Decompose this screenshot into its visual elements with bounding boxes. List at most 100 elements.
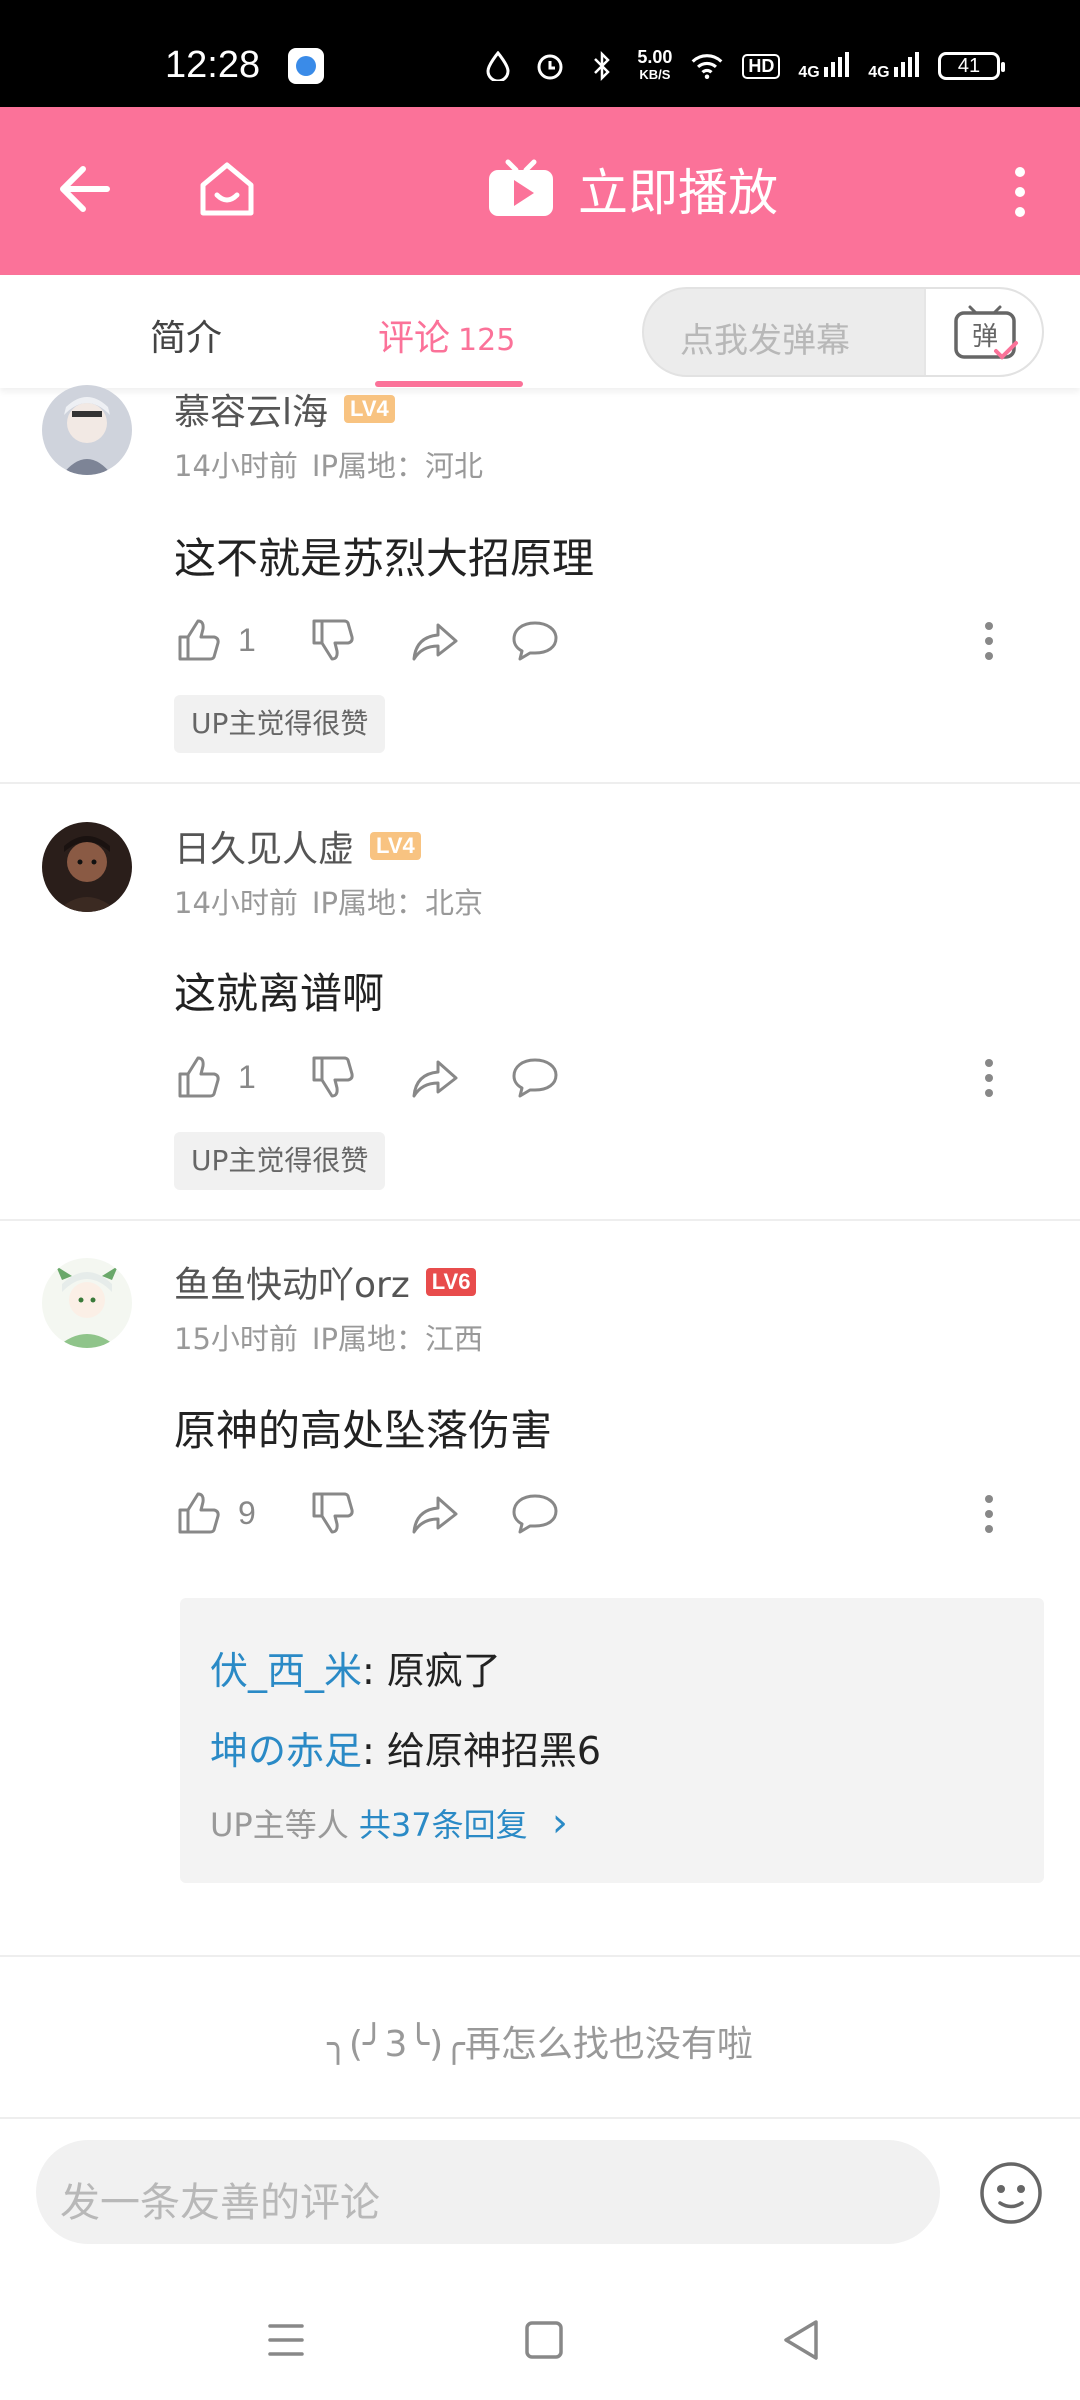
status-icons: 5.00 KB/S HD 4G 4G 41 xyxy=(481,48,1005,84)
comment-count: 125 xyxy=(458,323,516,358)
reply-item[interactable]: 伏_西_米: 原疯了 xyxy=(210,1640,501,1695)
reply-author[interactable]: 伏_西_米 xyxy=(210,1649,362,1693)
dislike-button[interactable] xyxy=(308,1047,358,1107)
reply-button[interactable] xyxy=(510,610,560,670)
share-button[interactable] xyxy=(410,1047,460,1107)
like-count: 9 xyxy=(238,1494,256,1531)
comment-username[interactable]: 日久见人虚 LV4 xyxy=(174,820,421,872)
thumbs-up-icon xyxy=(178,1056,220,1098)
username-text: 慕容云l海 xyxy=(174,392,329,433)
tab-comments[interactable]: 评论 125 xyxy=(378,309,515,361)
share-button[interactable] xyxy=(410,1483,460,1543)
like-button[interactable]: 1 xyxy=(174,1047,256,1107)
avatar[interactable] xyxy=(42,822,132,912)
speed-unit: KB/S xyxy=(639,67,671,82)
comment-meta: 15小时前 IP属地：江西 xyxy=(174,1316,483,1358)
signal-bars-icon xyxy=(824,51,850,77)
play-now-label: 立即播放 xyxy=(578,164,778,222)
reply-prefix: UP主等人 xyxy=(210,1806,359,1844)
comment-time: 14小时前 xyxy=(174,886,298,920)
username-text: 日久见人虚 xyxy=(174,829,355,870)
comment-actions: 1 xyxy=(174,1047,994,1107)
danmaku-button[interactable]: 弹 xyxy=(924,289,1042,375)
dislike-button[interactable] xyxy=(308,1483,358,1543)
signal-1: 4G xyxy=(798,51,850,82)
wifi-icon xyxy=(690,49,724,83)
reply-author[interactable]: 坤の赤足 xyxy=(210,1729,362,1773)
reply-item[interactable]: 坤の赤足: 给原神招黑6 xyxy=(210,1720,601,1775)
comment-ip: IP属地：江西 xyxy=(311,1322,483,1356)
level-badge: LV4 xyxy=(370,832,421,860)
tab-intro[interactable]: 简介 xyxy=(150,309,222,361)
thumbs-down-icon xyxy=(312,1056,354,1098)
speed-value: 5.00 xyxy=(637,47,673,67)
comment-more-icon[interactable] xyxy=(974,616,1004,666)
status-time: 12:28 xyxy=(165,44,261,86)
hd-badge: HD xyxy=(742,53,781,79)
comment-more-icon[interactable] xyxy=(974,1489,1004,1539)
emoji-icon[interactable] xyxy=(978,2160,1044,2226)
comment-username[interactable]: 慕容云l海 LV4 xyxy=(174,383,395,435)
comment-input[interactable]: 发一条友善的评论 xyxy=(36,2140,940,2244)
divider xyxy=(0,2117,1080,2119)
reply-count-link[interactable]: 共37条回复 xyxy=(359,1806,528,1844)
battery-icon: 41 xyxy=(938,52,1005,80)
home-square-icon[interactable] xyxy=(514,2310,574,2370)
drop-icon xyxy=(481,49,515,83)
thumbs-up-icon xyxy=(178,1492,220,1534)
comment-username[interactable]: 鱼鱼快动吖orz LV6 xyxy=(174,1256,477,1308)
reply-separator: : xyxy=(362,1649,387,1693)
thumbs-down-icon xyxy=(312,619,354,661)
play-now-button[interactable]: 立即播放 xyxy=(486,153,778,225)
level-badge: LV4 xyxy=(344,395,395,423)
danmaku-tv-icon: 弹 xyxy=(954,305,1018,360)
reply-text: 原疯了 xyxy=(386,1649,501,1693)
divider xyxy=(0,1955,1080,1957)
like-button[interactable]: 1 xyxy=(174,610,256,670)
signal-bars-icon xyxy=(894,51,919,77)
danmaku-input[interactable]: 点我发弹幕 弹 xyxy=(642,287,1044,377)
reply-preview-box[interactable]: 伏_西_米: 原疯了 坤の赤足: 给原神招黑6 UP主等人 共37条回复 › xyxy=(180,1598,1044,1883)
comment-time: 14小时前 xyxy=(174,449,298,483)
divider xyxy=(0,1219,1080,1221)
username-text: 鱼鱼快动吖orz xyxy=(174,1265,410,1306)
end-of-list-text: ╮(╯3╰)╭再怎么找也没有啦 xyxy=(327,2024,753,2065)
chevron-right-icon: › xyxy=(551,1800,568,1846)
chat-bubble-icon xyxy=(512,1058,558,1098)
share-icon xyxy=(412,1060,458,1098)
tab-comments-label: 评论 xyxy=(378,318,451,359)
reply-button[interactable] xyxy=(510,1483,560,1543)
more-vertical-icon[interactable] xyxy=(1000,162,1040,222)
up-liked-badge: UP主觉得很赞 xyxy=(174,1132,386,1190)
status-bar: 12:28 5.00 KB/S HD 4G 4G 41 xyxy=(0,0,1080,107)
tv-play-icon xyxy=(489,159,553,216)
comment-more-icon[interactable] xyxy=(974,1053,1004,1103)
avatar-image xyxy=(42,385,132,475)
up-liked-badge: UP主觉得很赞 xyxy=(174,695,386,753)
avatar[interactable] xyxy=(42,1258,132,1348)
avatar[interactable] xyxy=(42,385,132,475)
menu-icon[interactable] xyxy=(256,2310,316,2370)
level-badge: LV6 xyxy=(425,1268,477,1296)
like-button[interactable]: 9 xyxy=(174,1483,256,1543)
like-count: 1 xyxy=(238,1058,256,1095)
network-speed: 5.00 KB/S xyxy=(637,48,672,84)
comment-actions: 9 xyxy=(174,1483,994,1543)
share-button[interactable] xyxy=(410,610,460,670)
signal-1-label: 4G xyxy=(798,63,820,81)
signal-2-label: 4G xyxy=(868,63,890,81)
dislike-button[interactable] xyxy=(308,610,358,670)
app-notification-icon xyxy=(288,48,324,84)
chat-bubble-icon xyxy=(512,1494,558,1534)
reply-separator: : xyxy=(362,1729,387,1773)
comment-meta: 14小时前 IP属地：河北 xyxy=(174,443,483,485)
home-icon[interactable] xyxy=(195,157,259,221)
alarm-icon xyxy=(533,49,567,83)
back-triangle-icon[interactable] xyxy=(772,2310,832,2370)
share-icon xyxy=(412,623,458,661)
reply-button[interactable] xyxy=(510,1047,560,1107)
avatar-image xyxy=(42,1258,132,1348)
view-all-replies-link[interactable]: UP主等人 共37条回复 › xyxy=(210,1800,568,1846)
back-arrow-icon[interactable] xyxy=(55,159,115,219)
bluetooth-icon xyxy=(585,49,619,83)
